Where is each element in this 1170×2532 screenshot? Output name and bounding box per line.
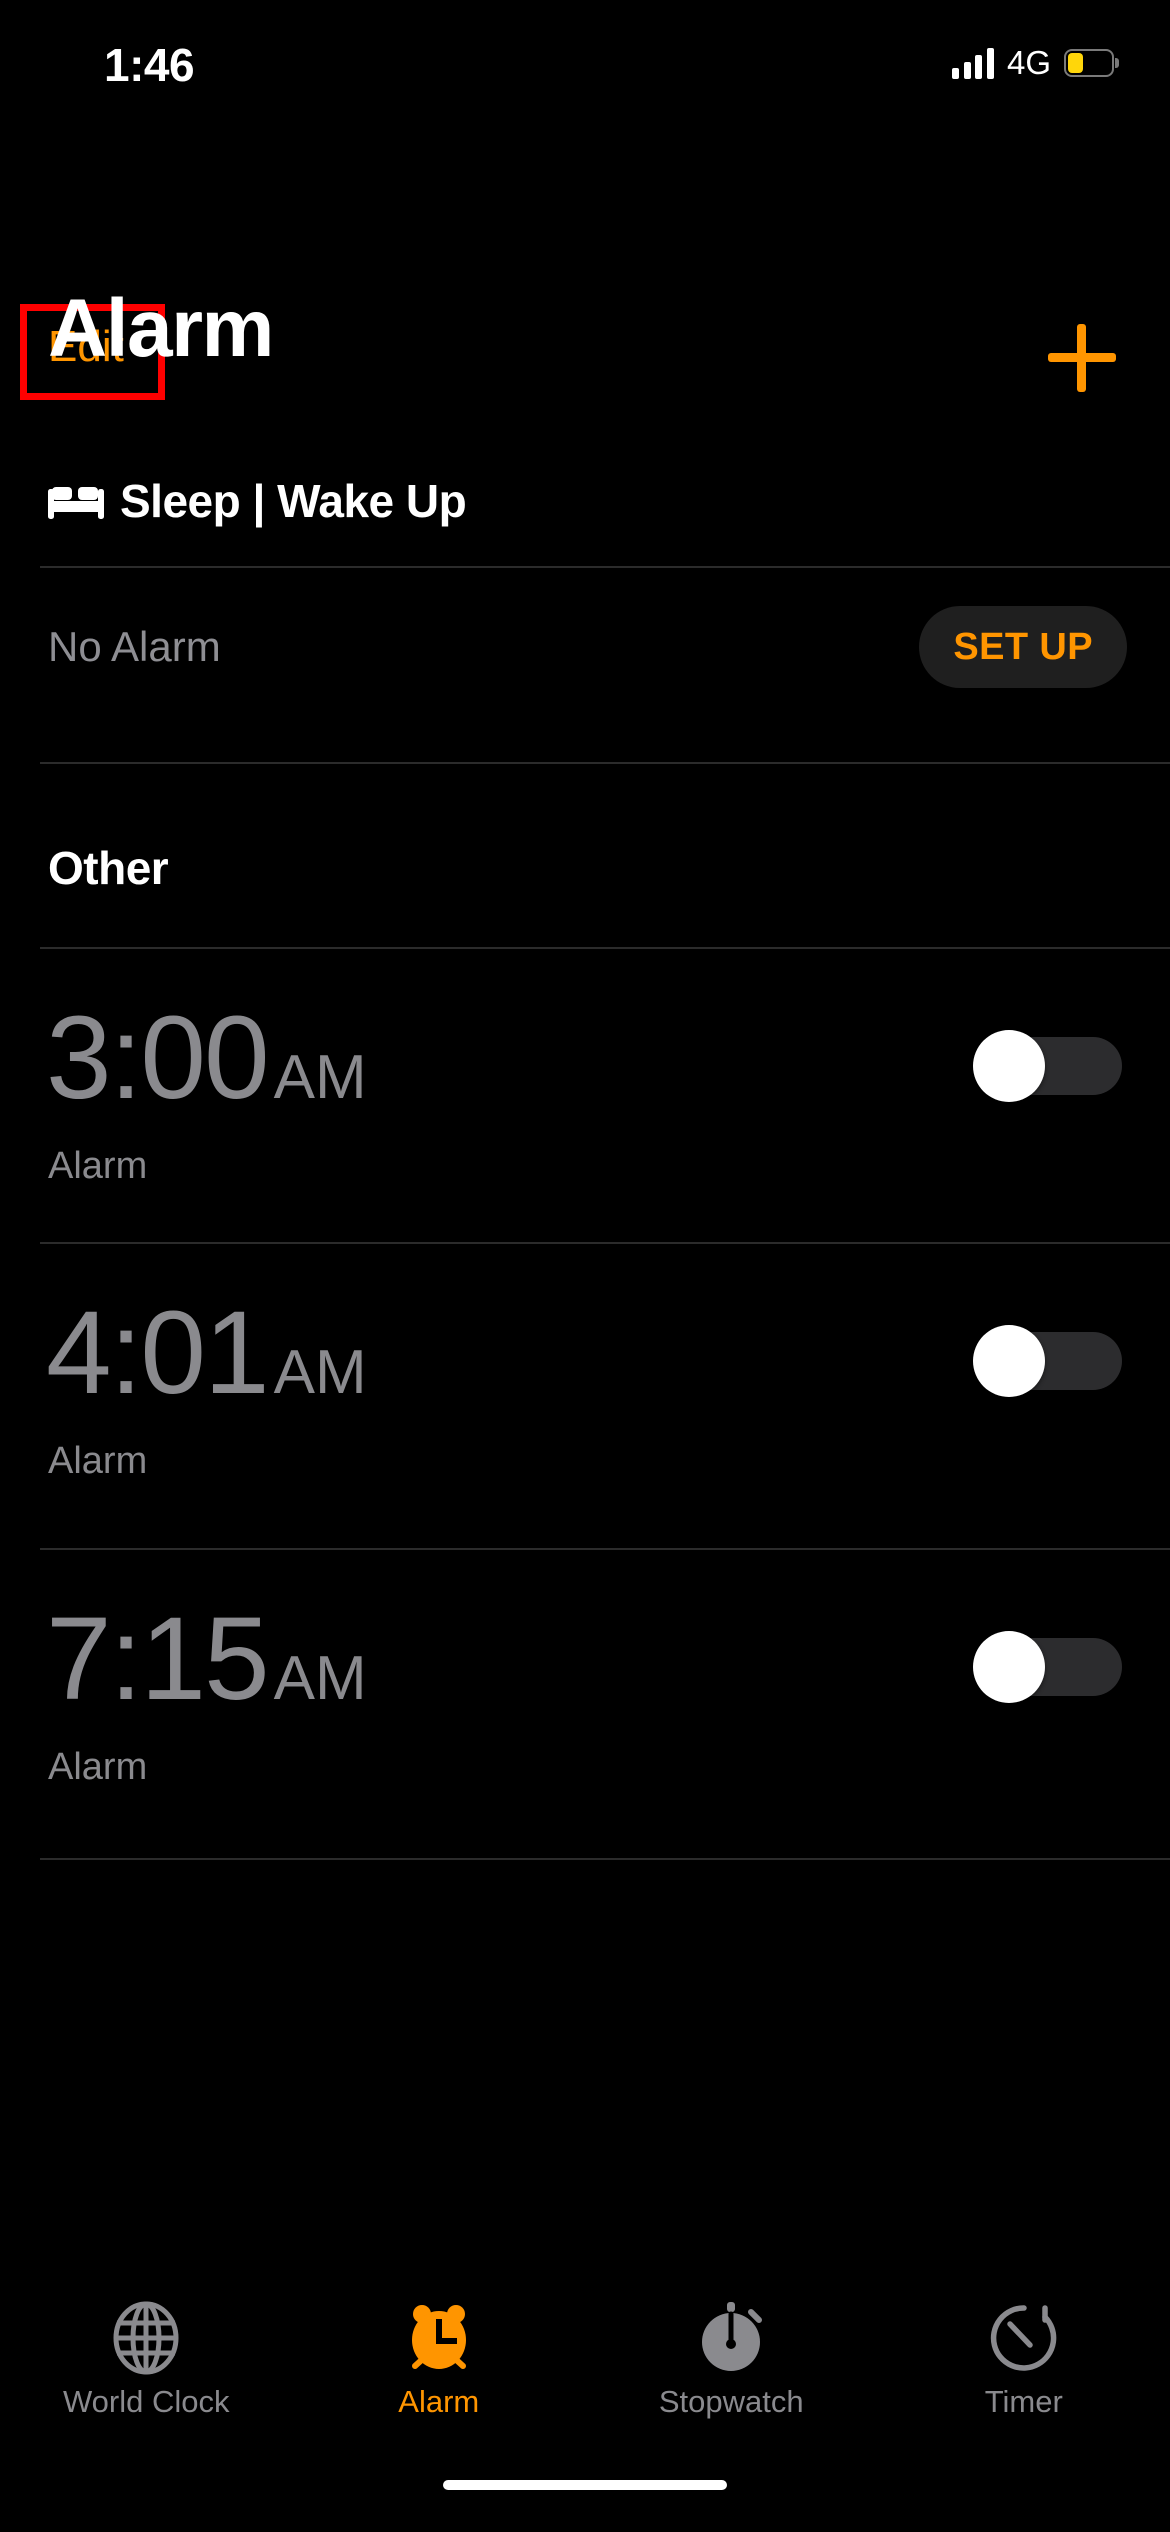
sleep-section-header: Sleep | Wake Up [48,475,467,527]
alarm-row[interactable]: 3:00 AM Alarm [0,947,1170,1253]
alarm-time: 4:01 AM [46,1287,367,1419]
alarm-toggle[interactable] [973,1631,1122,1703]
alarm-label: Alarm [48,1145,148,1187]
divider [40,1858,1170,1860]
clock-app-screen: 1:46 4G Edit Alarm Sleep | Wake Up No Al… [0,0,1170,2532]
network-type-label: 4G [1006,44,1051,81]
alarm-time: 7:15 AM [46,1593,367,1725]
status-bar-time: 1:46 [104,39,195,91]
status-bar: 1:46 4G [0,0,1170,100]
page-title: Alarm [48,283,274,374]
alarm-toggle[interactable] [973,1325,1122,1397]
alarm-meridiem: AM [273,1043,367,1112]
toggle-knob [973,1325,1045,1397]
navigation-bar: Edit [0,150,1170,400]
home-indicator[interactable] [443,2480,727,2490]
sleep-schedule-row[interactable]: No Alarm SET UP [0,566,1170,762]
plus-icon-vertical [1077,324,1086,392]
add-alarm-button[interactable] [1034,310,1130,402]
alarm-label: Alarm [48,1440,148,1482]
tab-label: Alarm [398,2384,480,2419]
tab-timer[interactable]: Timer [878,2280,1170,2460]
tab-world-clock[interactable]: World Clock [0,2280,293,2460]
alarm-meridiem: AM [273,1338,367,1407]
battery-icon [1064,49,1119,77]
toggle-knob [973,1631,1045,1703]
tab-stopwatch[interactable]: Stopwatch [585,2280,878,2460]
other-section-header: Other [48,842,169,894]
tab-alarm[interactable]: Alarm [293,2280,586,2460]
alarm-toggle[interactable] [973,1030,1122,1102]
alarm-clock-icon [411,2305,466,2369]
sleep-section-title: Sleep | Wake Up [120,475,467,527]
alarm-row[interactable]: 4:01 AM Alarm [0,1242,1170,1548]
tab-bar: World Clock Alarm Stopwatch Timer [0,2280,1170,2460]
status-bar-indicators: 4G [952,44,1119,82]
alarm-meridiem: AM [273,1644,367,1713]
bed-icon [48,487,104,519]
cellular-signal-icon [952,47,994,79]
alarm-label: Alarm [48,1746,148,1788]
tab-label: World Clock [62,2384,230,2419]
set-up-button[interactable]: SET UP [919,606,1127,688]
divider [40,762,1170,764]
stopwatch-icon [702,2302,763,2371]
toggle-knob [973,1030,1045,1102]
alarm-time: 3:00 AM [46,992,367,1124]
globe-icon [113,2301,179,2375]
alarm-row[interactable]: 7:15 AM Alarm [0,1548,1170,1854]
tab-label: Timer [984,2384,1063,2419]
tab-label: Stopwatch [658,2384,804,2419]
timer-icon [990,2305,1057,2371]
sleep-status-text: No Alarm [48,623,221,670]
